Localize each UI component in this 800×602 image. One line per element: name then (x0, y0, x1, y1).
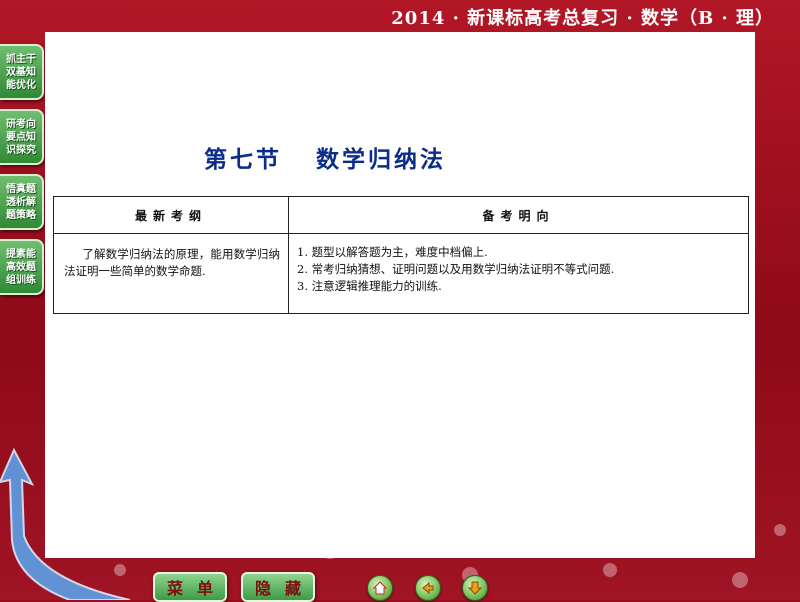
guidance-list: 1. 题型以解答题为主，难度中档偏上. 2. 常考归纳猜想、证明问题以及用数学归… (288, 233, 749, 314)
column-header-guidance: 备考明向 (288, 196, 749, 234)
course-title: 2014 · 新课标高考总复习 · 数学（B · 理） (391, 8, 774, 29)
outline-table: 最新考纲 备考明向 了解数学归纳法的原理，能用数学归纳法证明一些简单的数学命题.… (53, 196, 749, 314)
guidance-item: 2. 常考归纳猜想、证明问题以及用数学归纳法证明不等式问题. (297, 262, 615, 276)
table-header-row: 最新考纲 备考明向 (53, 196, 749, 234)
syllabus-text: 了解数学归纳法的原理，能用数学归纳法证明一些简单的数学命题. (53, 233, 289, 314)
header-bar: 2014 · 新课标高考总复习 · 数学（B · 理） (0, 0, 800, 32)
hide-button[interactable]: 隐藏 (241, 572, 315, 602)
column-header-syllabus: 最新考纲 (53, 196, 289, 234)
guidance-item: 3. 注意逻辑推理能力的训练. (297, 279, 442, 293)
sidebar-item-exam-directions[interactable]: 研考向要点知识探究 (0, 109, 44, 165)
table-row: 了解数学归纳法的原理，能用数学归纳法证明一些简单的数学命题. 1. 题型以解答题… (53, 233, 749, 314)
content-panel: 第七节 数学归纳法 最新考纲 备考明向 了解数学归纳法的原理，能用数学归纳法证明一… (45, 32, 755, 558)
page-title: 第七节 数学归纳法 (45, 140, 605, 174)
sidebar-item-label: 抓主干双基知能优化 (6, 53, 36, 91)
section-topic: 数学归纳法 (316, 146, 446, 173)
guidance-item: 1. 题型以解答题为主，难度中档偏上. (297, 245, 488, 259)
sidebar-item-practice[interactable]: 提素能高效题组训练 (0, 239, 44, 295)
sidebar-item-label: 悟真题透析解题策略 (6, 183, 36, 221)
hide-button-label: 隐藏 (254, 579, 315, 598)
sidebar-item-fundamentals[interactable]: 抓主干双基知能优化 (0, 44, 44, 100)
home-icon[interactable] (367, 575, 393, 601)
back-icon[interactable] (415, 575, 441, 601)
menu-button-label: 菜单 (166, 579, 227, 598)
down-arrow-icon[interactable] (462, 575, 488, 601)
menu-button[interactable]: 菜单 (153, 572, 227, 602)
sidebar-item-label: 提素能高效题组训练 (6, 248, 36, 286)
sidebar-item-real-questions[interactable]: 悟真题透析解题策略 (0, 174, 44, 230)
sidebar-item-label: 研考向要点知识探究 (6, 118, 36, 156)
section-number: 第七节 (204, 146, 282, 173)
